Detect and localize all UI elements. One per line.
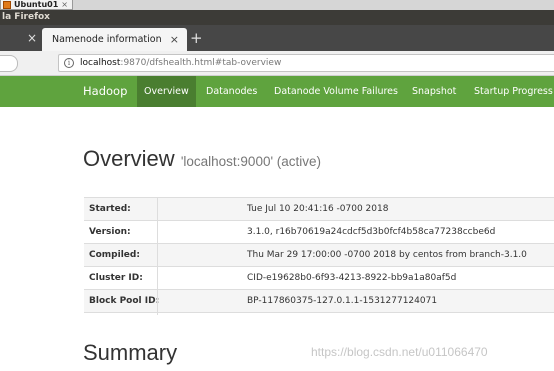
window-title: la Firefox [2, 12, 50, 22]
vm-icon [3, 0, 11, 9]
hadoop-brand-link[interactable]: Hadoop [83, 76, 127, 107]
table-column-divider [157, 197, 158, 315]
vm-tab-ubuntu01[interactable]: Ubuntu01 × [0, 0, 73, 10]
nav-overview[interactable]: Overview [137, 76, 196, 107]
row-key: Started: [89, 204, 131, 214]
summary-heading: Summary [83, 340, 178, 365]
tab-namenode-information[interactable]: Namenode information × [42, 28, 187, 51]
browser-tab-bar: × Namenode information × + [0, 25, 554, 51]
tab-close-icon[interactable]: × [170, 28, 179, 51]
navigation-bar: i localhost:9870/dfshealth.html#tab-over… [0, 51, 554, 76]
hadoop-navbar: Hadoop Overview Datanodes Datanode Volum… [0, 76, 554, 107]
back-button[interactable] [0, 55, 18, 72]
new-tab-icon[interactable]: + [190, 28, 203, 48]
overview-heading: Overview 'localhost:9000' (active) [83, 146, 321, 175]
table-row: Cluster ID: CID-e19628b0-6f93-4213-8922-… [84, 267, 554, 290]
url-bar[interactable]: i localhost:9870/dfshealth.html#tab-over… [58, 54, 554, 72]
overview-info-table: Started: Tue Jul 10 20:41:16 -0700 2018 … [84, 197, 554, 313]
row-value: Tue Jul 10 20:41:16 -0700 2018 [247, 204, 389, 214]
url-text: localhost:9870/dfshealth.html#tab-overvi… [80, 55, 281, 71]
row-value: Thu Mar 29 17:00:00 -0700 2018 by centos… [247, 250, 527, 260]
vm-tab-label: Ubuntu01 [14, 0, 59, 9]
row-value: BP-117860375-127.0.1.1-1531277124071 [247, 296, 438, 306]
tab-title: Namenode information [52, 34, 162, 45]
watermark-text: https://blog.csdn.net/u011066470 [311, 345, 488, 359]
vm-tab-strip: Ubuntu01 × [0, 0, 554, 10]
row-value: CID-e19628b0-6f93-4213-8922-bb9a1a80af5d [247, 273, 457, 283]
nav-datanodes[interactable]: Datanodes [206, 76, 257, 107]
table-row: Version: 3.1.0, r16b70619a24cdcf5d3b0fcf… [84, 221, 554, 244]
row-key: Compiled: [89, 250, 140, 260]
table-row: Block Pool ID: BP-117860375-127.0.1.1-15… [84, 290, 554, 313]
url-path: :9870/dfshealth.html#tab-overview [120, 58, 282, 68]
row-key: Block Pool ID: [89, 296, 160, 306]
row-key: Cluster ID: [89, 273, 143, 283]
vm-tab-close-icon[interactable]: × [61, 0, 68, 9]
nav-datanode-volume-failures[interactable]: Datanode Volume Failures [274, 76, 398, 107]
table-row: Started: Tue Jul 10 20:41:16 -0700 2018 [84, 198, 554, 221]
overview-subtitle: 'localhost:9000' (active) [180, 154, 322, 169]
row-value: 3.1.0, r16b70619a24cdcf5d3b0fcf4b58ca772… [247, 227, 496, 237]
url-host: localhost [80, 58, 121, 68]
table-row: Compiled: Thu Mar 29 17:00:00 -0700 2018… [84, 244, 554, 267]
window-title-bar: la Firefox [0, 10, 554, 25]
overview-title: Overview [83, 146, 175, 171]
site-info-icon[interactable]: i [64, 58, 74, 68]
row-key: Version: [89, 227, 131, 237]
previous-tab-close-icon[interactable]: × [27, 31, 37, 45]
nav-startup-progress[interactable]: Startup Progress [474, 76, 553, 107]
nav-snapshot[interactable]: Snapshot [412, 76, 456, 107]
